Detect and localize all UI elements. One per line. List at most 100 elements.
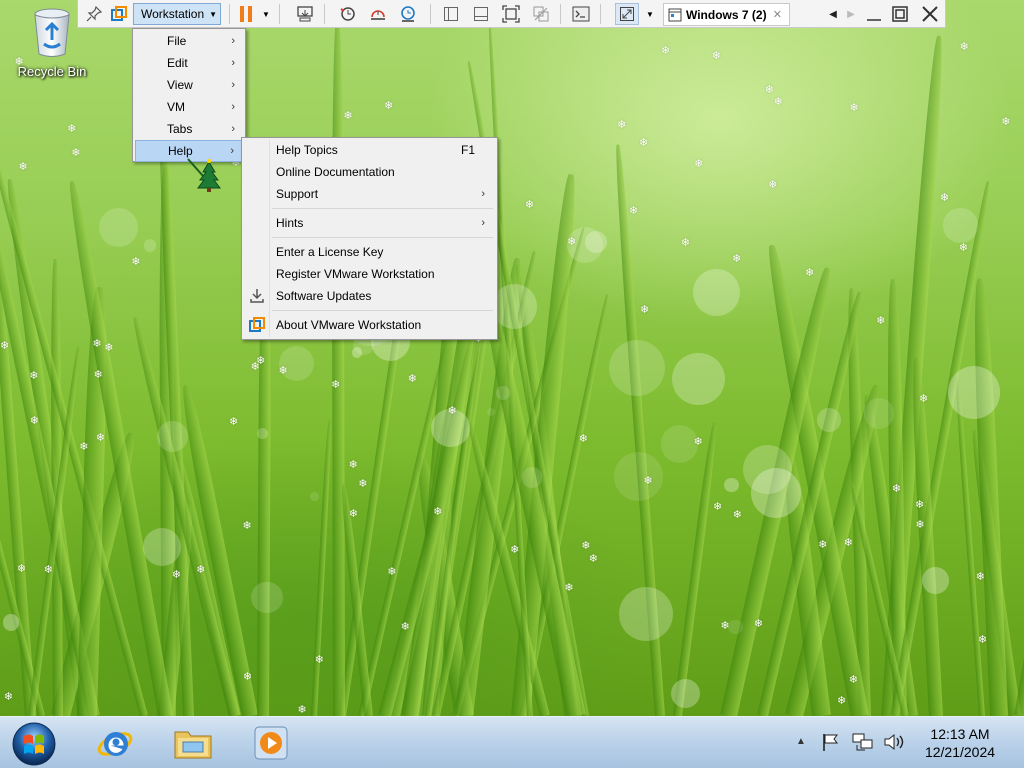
snapshot-revert-icon[interactable] bbox=[367, 3, 389, 25]
snowflake-icon: ❄ bbox=[720, 618, 730, 632]
bokeh-light bbox=[671, 352, 725, 406]
menu-item-about[interactable]: About VMware Workstation bbox=[244, 314, 495, 336]
menu-item-hints[interactable]: Hints › bbox=[244, 212, 495, 234]
bokeh-light bbox=[143, 528, 182, 566]
snowflake-icon: ❄ bbox=[16, 561, 27, 575]
snowflake-icon: ❄ bbox=[578, 431, 588, 445]
snowflake-icon: ❄ bbox=[348, 458, 358, 472]
thumbnail-bar-icon[interactable] bbox=[470, 3, 492, 25]
chevron-right-icon: › bbox=[231, 35, 235, 47]
menu-item-label: File bbox=[167, 34, 187, 48]
bokeh-light bbox=[99, 207, 139, 247]
snowflake-icon: ❄ bbox=[348, 506, 358, 520]
menu-item-label: Tabs bbox=[167, 122, 193, 136]
restore-icon[interactable] bbox=[889, 3, 911, 25]
chevron-down-icon[interactable]: ▼ bbox=[643, 3, 657, 25]
snowflake-icon: ❄ bbox=[278, 363, 288, 377]
snowflake-icon: ❄ bbox=[767, 177, 778, 191]
menu-item-vm[interactable]: VM › bbox=[135, 96, 243, 118]
system-clock[interactable]: 12:13 AM 12/21/2024 bbox=[915, 725, 1005, 761]
snowflake-icon: ❄ bbox=[849, 101, 859, 115]
volume-icon[interactable] bbox=[883, 732, 905, 755]
chevron-right-icon: › bbox=[481, 217, 485, 229]
console-view-icon[interactable] bbox=[570, 3, 592, 25]
tab-scroll-right-icon[interactable]: ▶ bbox=[844, 3, 858, 25]
snowflake-icon: ❄ bbox=[694, 156, 704, 170]
grass-blade bbox=[673, 422, 720, 716]
snowflake-icon: ❄ bbox=[196, 563, 206, 577]
network-icon[interactable] bbox=[852, 732, 874, 755]
menu-item-label: Support bbox=[276, 187, 319, 201]
snowflake-icon: ❄ bbox=[843, 535, 853, 549]
tab-scroll-left-icon[interactable]: ◀ bbox=[826, 3, 840, 25]
windows-explorer-icon[interactable] bbox=[166, 721, 220, 765]
snowflake-icon: ❄ bbox=[977, 633, 988, 647]
snowflake-icon: ❄ bbox=[297, 703, 307, 716]
menu-item-label: Enter a License Key bbox=[276, 245, 384, 259]
minimize-icon[interactable] bbox=[863, 3, 885, 25]
chevron-down-icon: ▼ bbox=[209, 9, 218, 19]
snowflake-icon: ❄ bbox=[764, 83, 774, 97]
vm-tab-windows7[interactable]: Windows 7 (2) ✕ bbox=[663, 3, 790, 26]
snowflake-icon: ❄ bbox=[314, 652, 324, 666]
menu-item-register[interactable]: Register VMware Workstation bbox=[244, 263, 495, 285]
snowflake-icon: ❄ bbox=[433, 505, 443, 519]
start-orb-icon[interactable] bbox=[10, 720, 58, 768]
menu-item-file[interactable]: File › bbox=[135, 30, 243, 52]
vm-tab-label: Windows 7 (2) bbox=[686, 7, 767, 22]
dropdown-arrow-icon[interactable]: ▼ bbox=[259, 3, 273, 25]
snowflake-icon: ❄ bbox=[804, 265, 815, 279]
menu-item-support[interactable]: Support › bbox=[244, 183, 495, 205]
unity-icon[interactable] bbox=[530, 3, 552, 25]
tab-close-icon[interactable]: ✕ bbox=[773, 8, 782, 21]
media-player-icon[interactable] bbox=[244, 721, 298, 765]
snowflake-icon: ❄ bbox=[617, 118, 627, 132]
snapshot-take-icon[interactable] bbox=[337, 3, 359, 25]
internet-explorer-icon[interactable] bbox=[88, 721, 142, 765]
snowflake-icon: ❄ bbox=[79, 440, 89, 453]
snowflake-icon: ❄ bbox=[387, 564, 397, 578]
bokeh-light bbox=[693, 268, 741, 316]
vmware-logo-icon bbox=[249, 317, 265, 333]
menu-item-software-updates[interactable]: Software Updates bbox=[244, 285, 495, 307]
vmware-logo-icon[interactable] bbox=[109, 3, 129, 25]
menu-item-label: Software Updates bbox=[276, 289, 372, 303]
toolbar-separator bbox=[279, 4, 280, 24]
menu-item-help-topics[interactable]: Help Topics F1 bbox=[244, 139, 495, 161]
action-center-flag-icon[interactable] bbox=[821, 732, 841, 755]
snowflake-icon: ❄ bbox=[818, 537, 828, 551]
menu-item-label: Help bbox=[168, 144, 193, 158]
snowflake-icon: ❄ bbox=[876, 314, 886, 328]
workstation-menu-button[interactable]: Workstation ▼ bbox=[133, 3, 221, 25]
bokeh-light bbox=[943, 208, 978, 243]
pin-icon[interactable] bbox=[84, 3, 104, 25]
bokeh-light bbox=[309, 492, 319, 502]
snapshot-manager-icon[interactable] bbox=[397, 3, 419, 25]
menu-item-tabs[interactable]: Tabs › bbox=[135, 118, 243, 140]
snowflake-icon: ❄ bbox=[92, 336, 102, 350]
show-library-icon[interactable] bbox=[440, 3, 462, 25]
snowflake-icon: ❄ bbox=[242, 519, 252, 533]
menu-item-label: Hints bbox=[276, 216, 304, 230]
workstation-menu-label: Workstation bbox=[141, 7, 205, 21]
snowflake-icon: ❄ bbox=[919, 392, 929, 406]
snowflake-icon: ❄ bbox=[93, 368, 103, 382]
menu-item-online-documentation[interactable]: Online Documentation bbox=[244, 161, 495, 183]
full-screen-icon[interactable] bbox=[500, 3, 522, 25]
snowflake-icon: ❄ bbox=[975, 570, 985, 584]
snowflake-icon: ❄ bbox=[564, 580, 574, 594]
close-icon[interactable] bbox=[918, 3, 942, 25]
menu-item-label: View bbox=[167, 78, 193, 92]
send-ctrl-alt-del-icon[interactable] bbox=[294, 3, 316, 25]
menu-item-view[interactable]: View › bbox=[135, 74, 243, 96]
bokeh-light bbox=[670, 678, 701, 709]
stretch-guest-icon[interactable] bbox=[615, 3, 639, 25]
menu-item-enter-license-key[interactable]: Enter a License Key bbox=[244, 241, 495, 263]
menu-item-edit[interactable]: Edit › bbox=[135, 52, 243, 74]
snowflake-icon: ❄ bbox=[660, 44, 671, 58]
chevron-right-icon: › bbox=[481, 188, 485, 200]
pause-icon[interactable] bbox=[236, 3, 256, 25]
toolbar-separator bbox=[560, 4, 561, 24]
show-hidden-icons-arrow[interactable]: ▲ bbox=[796, 736, 806, 747]
chevron-right-icon: › bbox=[231, 57, 235, 69]
